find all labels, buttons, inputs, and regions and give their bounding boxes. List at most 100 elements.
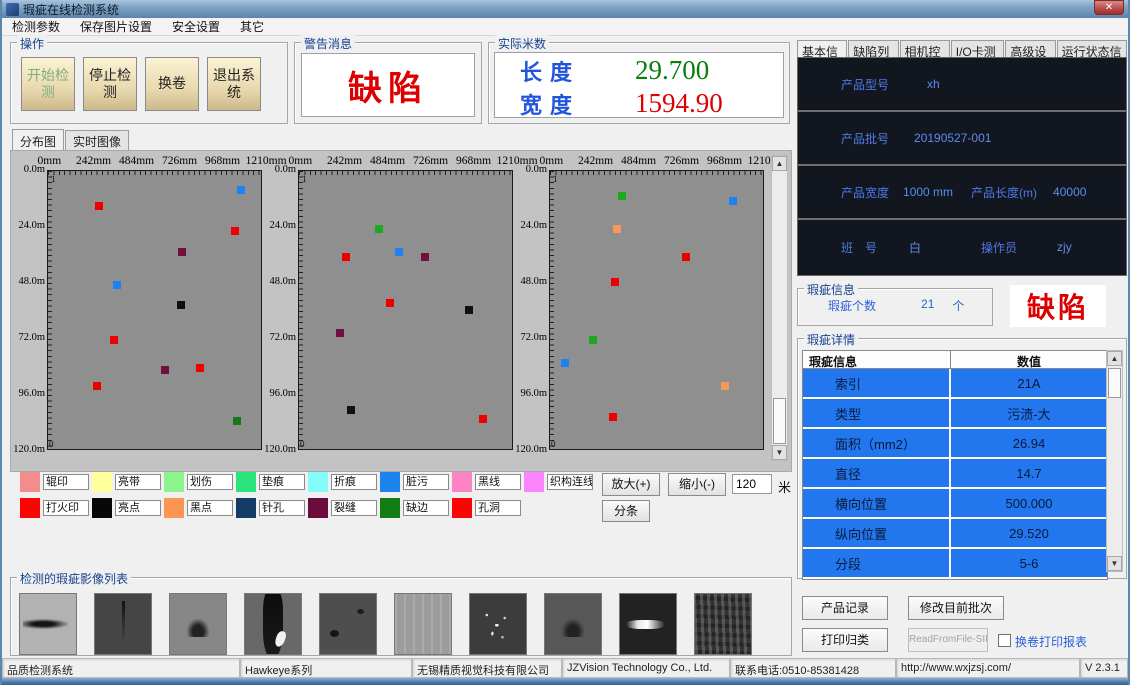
- table-row[interactable]: 横向位置500.000: [803, 489, 1107, 519]
- defect-point[interactable]: [729, 197, 737, 205]
- legend-swatch: [164, 472, 184, 492]
- defect-point[interactable]: [465, 306, 473, 314]
- product-model-value: xh: [927, 77, 940, 91]
- defect-point[interactable]: [386, 299, 394, 307]
- menu-item[interactable]: 其它: [230, 18, 274, 35]
- window-bottom-edge: [2, 678, 1128, 685]
- defect-point[interactable]: [178, 248, 186, 256]
- legend-item: 织构连线: [524, 472, 596, 492]
- defect-point[interactable]: [113, 281, 121, 289]
- meter-input[interactable]: [732, 474, 772, 494]
- legend-label: 黑线: [475, 474, 521, 490]
- defect-point[interactable]: [611, 278, 619, 286]
- defect-point[interactable]: [233, 417, 241, 425]
- defect-point[interactable]: [231, 227, 239, 235]
- table-cell-value: 26.94: [951, 429, 1107, 457]
- meter-unit-label: 米: [778, 477, 791, 496]
- y-tick-label: 24.0m: [18, 220, 45, 231]
- defect-point[interactable]: [421, 253, 429, 261]
- read-from-file-button[interactable]: ReadFromFile-SIM: [908, 628, 988, 652]
- defect-point[interactable]: [561, 359, 569, 367]
- menu-item[interactable]: 安全设置: [162, 18, 230, 35]
- defect-point[interactable]: [110, 336, 118, 344]
- defect-point[interactable]: [682, 253, 690, 261]
- table-cell-value: 5-6: [951, 549, 1107, 577]
- print-classify-button[interactable]: 打印归类: [802, 628, 888, 652]
- table-row[interactable]: 类型污渍-大: [803, 399, 1107, 429]
- defect-point[interactable]: [177, 301, 185, 309]
- defect-table-body: 索引21A类型污渍-大面积（mm2）26.94直径14.7横向位置500.000…: [803, 369, 1107, 579]
- table-scroll-up-icon[interactable]: ▲: [1107, 351, 1122, 366]
- op-button[interactable]: 开始检测: [21, 57, 75, 111]
- menu-item[interactable]: 检测参数: [2, 18, 70, 35]
- defect-point[interactable]: [336, 329, 344, 337]
- defect-point[interactable]: [618, 192, 626, 200]
- operator-label: 操作员: [981, 239, 1017, 256]
- defect-point[interactable]: [375, 225, 383, 233]
- warning-group-title: 警告消息: [301, 35, 355, 52]
- op-button[interactable]: 停止检测: [83, 57, 137, 111]
- defect-thumbnail[interactable]: [394, 593, 452, 655]
- defect-thumbnail[interactable]: [19, 593, 77, 655]
- y-tick-label: 120.0m: [13, 444, 45, 455]
- table-row[interactable]: 直径14.7: [803, 459, 1107, 489]
- operation-group-title: 操作: [17, 35, 47, 52]
- defect-point[interactable]: [196, 364, 204, 372]
- defect-thumbnail[interactable]: [469, 593, 527, 655]
- defect-thumbnail[interactable]: [244, 593, 302, 655]
- defect-point[interactable]: [95, 202, 103, 210]
- status-segment: 品质检测系统: [2, 658, 240, 678]
- table-row[interactable]: 索引21A: [803, 369, 1107, 399]
- defect-count-row: 瑕疵个数 21 个: [798, 297, 992, 314]
- op-button[interactable]: 退出系统: [207, 57, 261, 111]
- defect-thumbnail[interactable]: [169, 593, 227, 655]
- defect-point[interactable]: [479, 415, 487, 423]
- defect-point[interactable]: [613, 225, 621, 233]
- plot-scrollbar[interactable]: ▲ ▼: [771, 155, 788, 461]
- table-row[interactable]: 分段5-6: [803, 549, 1107, 579]
- zoom-in-button[interactable]: 放大(+): [602, 473, 660, 496]
- defect-point[interactable]: [721, 382, 729, 390]
- table-cell-label: 纵向位置: [803, 519, 951, 547]
- defect-thumbnail[interactable]: [619, 593, 677, 655]
- product-record-button[interactable]: 产品记录: [802, 596, 888, 620]
- x-tick-label: 484mm: [119, 155, 154, 167]
- legend-label: 折痕: [331, 474, 377, 490]
- table-row[interactable]: 面积（mm2）26.94: [803, 429, 1107, 459]
- defect-thumbnail[interactable]: [94, 593, 152, 655]
- zoom-out-button[interactable]: 缩小(-): [668, 473, 726, 496]
- table-scroll-thumb[interactable]: [1108, 368, 1121, 398]
- defect-point[interactable]: [589, 336, 597, 344]
- defect-point[interactable]: [342, 253, 350, 261]
- scroll-down-icon[interactable]: ▼: [772, 445, 787, 460]
- modify-batch-button[interactable]: 修改目前批次: [908, 596, 1004, 620]
- print-on-rollchange-checkbox[interactable]: [998, 634, 1011, 647]
- scroll-up-icon[interactable]: ▲: [772, 156, 787, 171]
- legend-swatch: [20, 498, 40, 518]
- defect-thumbnail[interactable]: [319, 593, 377, 655]
- table-row[interactable]: 纵向位置29.520: [803, 519, 1107, 549]
- defect-point[interactable]: [161, 366, 169, 374]
- defect-thumbnail[interactable]: [694, 593, 752, 655]
- y-tick-label: 96.0m: [269, 388, 296, 399]
- defect-point[interactable]: [93, 382, 101, 390]
- defect-thumbnail[interactable]: [544, 593, 602, 655]
- table-scroll-down-icon[interactable]: ▼: [1107, 556, 1122, 571]
- defect-detail-group: 瑕疵详情 瑕疵信息 数值 索引21A类型污渍-大面积（mm2）26.94直径14…: [797, 338, 1127, 579]
- info-row-size: 产品宽度 1000 mm 产品长度(m) 40000: [798, 166, 1126, 220]
- legend-label: 亮带: [115, 474, 161, 490]
- close-button[interactable]: ✕: [1094, 0, 1124, 15]
- defect-point[interactable]: [347, 406, 355, 414]
- plot-scroll-thumb[interactable]: [773, 398, 786, 444]
- op-button[interactable]: 换卷: [145, 57, 199, 111]
- defect-point[interactable]: [609, 413, 617, 421]
- defect-point[interactable]: [237, 186, 245, 194]
- table-scrollbar[interactable]: ▲ ▼: [1106, 350, 1123, 572]
- split-button[interactable]: 分条: [602, 500, 650, 522]
- axis-ticks-top: [48, 171, 261, 175]
- menu-item[interactable]: 保存图片设置: [70, 18, 162, 35]
- legend-label: 裂缝: [331, 500, 377, 516]
- defect-point[interactable]: [395, 248, 403, 256]
- defect-count-unit: 个: [952, 297, 964, 314]
- status-bar: 品质检测系统Hawkeye系列无锡精质视觉科技有限公司JZVision Tech…: [2, 658, 1128, 678]
